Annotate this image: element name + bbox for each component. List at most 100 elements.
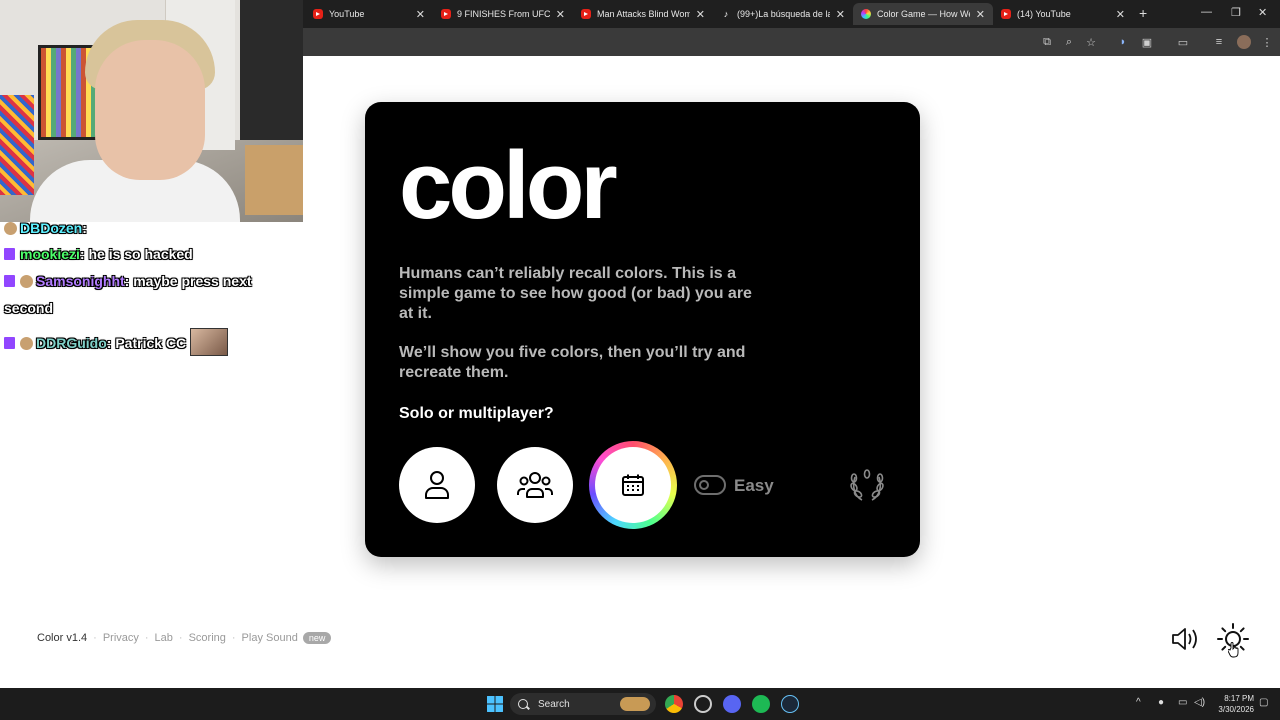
game-description-2: We’ll show you five colors, then you’ll … [399, 344, 746, 381]
close-icon[interactable]: ✕ [416, 8, 425, 21]
game-title: color [399, 132, 618, 239]
hand-cursor-icon [1228, 642, 1239, 658]
chat-username: Samsonighht [36, 273, 125, 289]
separator: · [178, 632, 183, 644]
install-app-icon[interactable]: ⧉ [1040, 35, 1054, 49]
close-icon[interactable]: ✕ [696, 8, 705, 21]
user-badge-icon [20, 337, 33, 350]
chat-message-continued: second [4, 300, 53, 316]
chat-text: maybe press next [133, 273, 252, 289]
search-highlight-icon [620, 697, 650, 711]
separator: · [93, 632, 97, 644]
calendar-icon [622, 474, 644, 496]
tab-label: Color Game — How Well I [877, 9, 970, 19]
tiktok-icon: ♪ [723, 9, 729, 19]
chat-message: Samsonighht: maybe press next [4, 273, 252, 289]
chat-message: mookiezi: he is so hacked [4, 246, 193, 262]
bookmark-star-icon[interactable]: ☆ [1084, 35, 1098, 49]
twitch-icon [4, 337, 15, 349]
chrome-icon[interactable] [665, 695, 683, 713]
clock-date: 3/30/2026 [1218, 705, 1254, 714]
color-game-icon [861, 9, 871, 19]
tab-man-attacks[interactable]: Man Attacks Blind Woman ✕ [573, 3, 713, 25]
side-panel-icon[interactable]: ▭ [1176, 35, 1190, 49]
notifications-icon[interactable]: ▢ [1259, 697, 1268, 708]
media-icon[interactable]: ≡ [1212, 35, 1226, 49]
chat-emote-image [190, 328, 229, 356]
tab-tiktok[interactable]: ♪ (99+)La búsqueda de la sa ✕ [713, 3, 853, 25]
difficulty-label[interactable]: Easy [734, 476, 774, 496]
mode-prompt: Solo or multiplayer? [399, 405, 554, 422]
tab-label: (14) YouTube [1017, 9, 1071, 19]
taskbar-search[interactable]: Search [510, 693, 656, 715]
twitch-icon [4, 275, 15, 287]
multiplayer-button[interactable] [497, 447, 573, 523]
close-icon[interactable]: ✕ [976, 8, 985, 21]
volume-icon[interactable]: ◁) [1194, 697, 1205, 708]
spotify-icon[interactable] [752, 695, 770, 713]
privacy-link[interactable]: Privacy [103, 632, 139, 644]
close-icon[interactable]: ✕ [1116, 8, 1125, 21]
chat-username: DBDozen [20, 220, 83, 236]
tab-color-game[interactable]: Color Game — How Well I ✕ [853, 3, 993, 25]
chat-username: DDRGuido [36, 335, 107, 351]
tab-label: (99+)La búsqueda de la sa [737, 9, 830, 19]
play-sound-link[interactable]: Play Sound [242, 632, 298, 644]
youtube-icon [581, 9, 591, 19]
twitch-icon [4, 248, 15, 260]
daily-button[interactable] [589, 441, 677, 529]
youtube-icon [1001, 9, 1011, 19]
chat-username: mookiezi [20, 246, 80, 262]
microphone-icon[interactable]: ● [1158, 697, 1164, 708]
windows-taskbar: Search ^ ● ▭ ◁) 8:17 PM 3/30/2026 ▢ [0, 688, 1280, 720]
tab-label: YouTube [329, 9, 365, 19]
solo-button[interactable] [399, 447, 475, 523]
close-icon[interactable]: ✕ [556, 8, 565, 21]
network-icon[interactable]: ▭ [1178, 697, 1187, 708]
extensions-puzzle-icon[interactable]: ▣ [1140, 35, 1154, 49]
laurel-leaderboard-icon[interactable] [850, 468, 884, 502]
zoom-icon[interactable]: ⌕ [1062, 35, 1076, 49]
chat-colon: : [124, 273, 134, 289]
difficulty-toggle[interactable] [694, 475, 726, 495]
tab-youtube[interactable]: YouTube ✕ [305, 3, 433, 25]
game-description-1: Humans can’t reliably recall colors. Thi… [399, 265, 752, 322]
scoring-link[interactable]: Scoring [189, 632, 226, 644]
version-label: Color v1.4 [37, 632, 88, 644]
tab-youtube-14[interactable]: (14) YouTube ✕ [993, 3, 1133, 25]
youtube-icon [313, 9, 323, 19]
webcam-shelf [240, 0, 303, 140]
extension-icon[interactable]: ◗ [1116, 35, 1130, 49]
steam-icon[interactable] [781, 695, 799, 713]
tray-chevron-icon[interactable]: ^ [1136, 697, 1141, 708]
game-card: color Humans can’t reliably recall color… [365, 102, 920, 557]
sound-toggle-icon[interactable] [1170, 625, 1202, 653]
person-icon [425, 471, 449, 499]
separator: · [231, 632, 236, 644]
window-close-icon[interactable]: ✕ [1258, 6, 1267, 19]
lab-link[interactable]: Lab [155, 632, 173, 644]
daily-button-face [595, 447, 671, 523]
close-icon[interactable]: ✕ [836, 8, 845, 21]
restore-icon[interactable]: ❐ [1231, 6, 1241, 19]
new-badge: new [302, 632, 332, 644]
windows-start-icon[interactable] [486, 695, 504, 713]
chat-message: DBDozen: [4, 220, 87, 236]
tab-label: 9 FINISHES From UFC Sea [457, 9, 550, 19]
menu-kebab-icon[interactable]: ⋮ [1260, 35, 1274, 49]
minimize-icon[interactable]: — [1201, 6, 1212, 18]
search-icon [518, 699, 528, 709]
app-icon[interactable] [694, 695, 712, 713]
webcam-feed [0, 0, 303, 222]
webcam-box [245, 145, 303, 215]
taskbar-clock[interactable]: 8:17 PM 3/30/2026 [1212, 693, 1254, 715]
screen: YouTube ✕ 9 FINISHES From UFC Sea ✕ Man … [0, 0, 1280, 720]
tab-ufc-finishes[interactable]: 9 FINISHES From UFC Sea ✕ [433, 3, 573, 25]
user-badge-icon [4, 222, 17, 235]
new-tab-icon[interactable]: + [1139, 5, 1147, 21]
webcam-poster [0, 95, 34, 195]
discord-icon[interactable] [723, 695, 741, 713]
chat-text: Patrick CC [115, 335, 187, 351]
profile-avatar[interactable] [1237, 35, 1251, 49]
chat-text: second [4, 300, 54, 316]
